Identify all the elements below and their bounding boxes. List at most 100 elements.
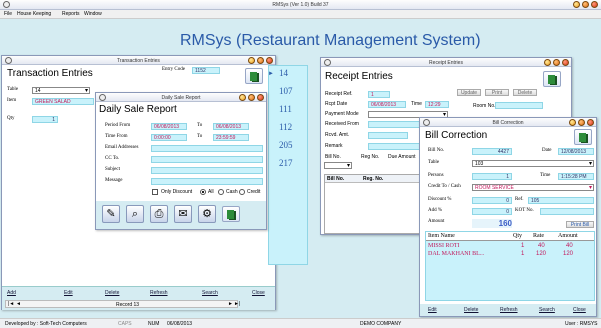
dsr-message-field[interactable] [151, 178, 263, 185]
dsr-email-field[interactable] [151, 145, 263, 152]
tx-close-button-bottom[interactable]: Close [252, 290, 265, 296]
close-button[interactable] [591, 1, 598, 8]
dsr-close-button[interactable] [257, 94, 264, 101]
menu-reports[interactable]: Reports [62, 11, 80, 17]
nav-first-icon[interactable]: |◄ [8, 301, 14, 307]
bc-ref-field[interactable]: 105 [528, 197, 594, 204]
receipt-ref-field[interactable]: 1 [368, 91, 390, 98]
bc-exit-icon[interactable] [574, 129, 592, 145]
tx-table-list[interactable]: ► 14 107 111 112 205 217 [268, 65, 308, 265]
bc-search-button[interactable]: Search [539, 307, 555, 313]
receipt-bill-select[interactable] [324, 162, 352, 169]
bc-row-name[interactable]: MISSI ROTI [428, 243, 460, 249]
nav-next-icon[interactable]: ► [228, 301, 233, 307]
tx-item-field[interactable]: GREEN SALAD [32, 98, 94, 105]
dsr-print-icon[interactable]: ⎙ [150, 205, 168, 223]
dsr-edit-icon[interactable]: ✎ [102, 205, 120, 223]
tx-edit-button[interactable]: Edit [64, 290, 73, 296]
dsr-cash-radio[interactable] [218, 189, 224, 195]
tx-minimize-button[interactable] [248, 57, 255, 64]
bc-delete-button[interactable]: Delete [464, 307, 478, 313]
bc-kot-field[interactable] [540, 208, 594, 215]
tx-add-button[interactable]: Add [7, 290, 16, 296]
bc-minimize-button[interactable] [569, 119, 576, 126]
tx-table-list-item[interactable]: 217 [279, 158, 293, 168]
receipt-delete-button[interactable]: Delete [513, 89, 537, 96]
menu-file[interactable]: File [4, 11, 12, 17]
dsr-cc-field[interactable] [151, 156, 263, 163]
dsr-only-discount-checkbox[interactable] [152, 189, 158, 195]
bc-date-field[interactable]: 12/08/2013 [558, 148, 594, 155]
receipt-time-field[interactable]: 12:29 [425, 101, 449, 108]
receipt-room-no-field[interactable] [495, 102, 543, 109]
nav-prev-icon[interactable]: ◄ [16, 301, 21, 307]
bc-print-bill-button[interactable]: Print Bill [566, 221, 594, 228]
tx-refresh-button[interactable]: Refresh [150, 290, 168, 296]
receipt-update-button[interactable]: Update [457, 89, 481, 96]
receipt-maximize-button[interactable] [553, 59, 560, 66]
dsr-settings-icon[interactable]: ⚙ [198, 205, 216, 223]
tx-close-button[interactable] [266, 57, 273, 64]
tx-qty-field[interactable]: 1 [32, 116, 58, 123]
tx-search-button[interactable]: Search [202, 290, 218, 296]
tx-table-list-item[interactable]: 14 [279, 68, 288, 78]
tx-table-list-item[interactable]: 111 [279, 104, 292, 114]
tx-item-label: Item [7, 98, 17, 103]
dsr-maximize-button[interactable] [248, 94, 255, 101]
daily-sale-report-window: Daily Sale Report Daily Sale Report Peri… [95, 92, 267, 230]
bc-edit-button[interactable]: Edit [428, 307, 437, 313]
bc-refresh-button[interactable]: Refresh [500, 307, 518, 313]
dsr-time-from-field[interactable]: 0:00:00 [151, 134, 187, 141]
receipt-close-button[interactable] [562, 59, 569, 66]
tx-entry-code-field[interactable]: 1152 [192, 67, 220, 74]
receipt-minimize-button[interactable] [544, 59, 551, 66]
receipt-exit-icon[interactable] [543, 71, 561, 87]
bc-time-field[interactable]: 1:15:28 PM [558, 173, 594, 180]
tx-table-select[interactable]: 14 [32, 87, 90, 94]
tx-exit-icon[interactable] [245, 68, 263, 84]
dsr-minimize-button[interactable] [239, 94, 246, 101]
dsr-period-to-field[interactable]: 06/08/2013 [213, 123, 249, 130]
dsr-subject-field[interactable] [151, 167, 263, 174]
tx-table-list-item[interactable]: 107 [279, 86, 293, 96]
dsr-credit-radio[interactable] [239, 189, 245, 195]
bc-bill-no-field[interactable]: 4427 [472, 148, 512, 155]
receipt-rcvd-amt-label: Rcvd. Amt. [325, 132, 350, 138]
bc-discount-field[interactable]: 0 [472, 197, 512, 204]
dsr-period-from-field[interactable]: 06/08/2013 [151, 123, 187, 130]
bc-table-select[interactable]: 103 [472, 160, 594, 167]
status-bar: Developed by : Soft-Tech Computers CAPS … [0, 318, 601, 328]
menu-house-keeping[interactable]: House Keeping [17, 11, 51, 17]
status-caps: CAPS [118, 321, 132, 327]
tx-maximize-button[interactable] [257, 57, 264, 64]
dsr-cash-label: Cash [226, 189, 238, 195]
tx-table-list-item[interactable]: 112 [279, 122, 292, 132]
minimize-button[interactable] [573, 1, 580, 8]
dsr-icon-toolbar: ✎ ⌕ ⎙ ✉ ⚙ [96, 201, 266, 229]
dsr-email-icon[interactable]: ✉ [174, 205, 192, 223]
menu-window[interactable]: Window [84, 11, 102, 17]
receipt-date-field[interactable]: 06/08/2013 [368, 101, 406, 108]
receipt-reg-no-label: Reg No. [361, 154, 380, 160]
dsr-exit-icon[interactable] [222, 206, 240, 222]
nav-last-icon[interactable]: ►| [234, 301, 240, 307]
receipt-rcvd-amt-field[interactable] [368, 132, 408, 139]
dsr-all-radio[interactable] [200, 189, 206, 195]
dsr-time-to-field[interactable]: 23:59:59 [213, 134, 249, 141]
bc-credit-select[interactable]: ROOM SERVICE [472, 184, 594, 191]
tx-delete-button[interactable]: Delete [105, 290, 119, 296]
dsr-preview-icon[interactable]: ⌕ [126, 205, 144, 223]
bc-close-button[interactable] [587, 119, 594, 126]
maximize-button[interactable] [582, 1, 589, 8]
bc-persons-field[interactable]: 1 [472, 173, 512, 180]
tx-table-list-item[interactable]: 205 [279, 140, 293, 150]
bc-amount-label: Amount [428, 219, 445, 224]
banner-title: RMSys (Restaurant Management System) [180, 32, 481, 49]
bc-row-name[interactable]: DAL MAKHANI BL... [428, 251, 484, 257]
bc-close-button-bottom[interactable]: Close [573, 307, 586, 313]
dsr-credit-label: Credit [247, 189, 261, 195]
bc-maximize-button[interactable] [578, 119, 585, 126]
tx-entry-code-label: Entry Code [162, 67, 185, 72]
receipt-print-button[interactable]: Print [485, 89, 509, 96]
bc-add-field[interactable]: 0 [472, 208, 512, 215]
